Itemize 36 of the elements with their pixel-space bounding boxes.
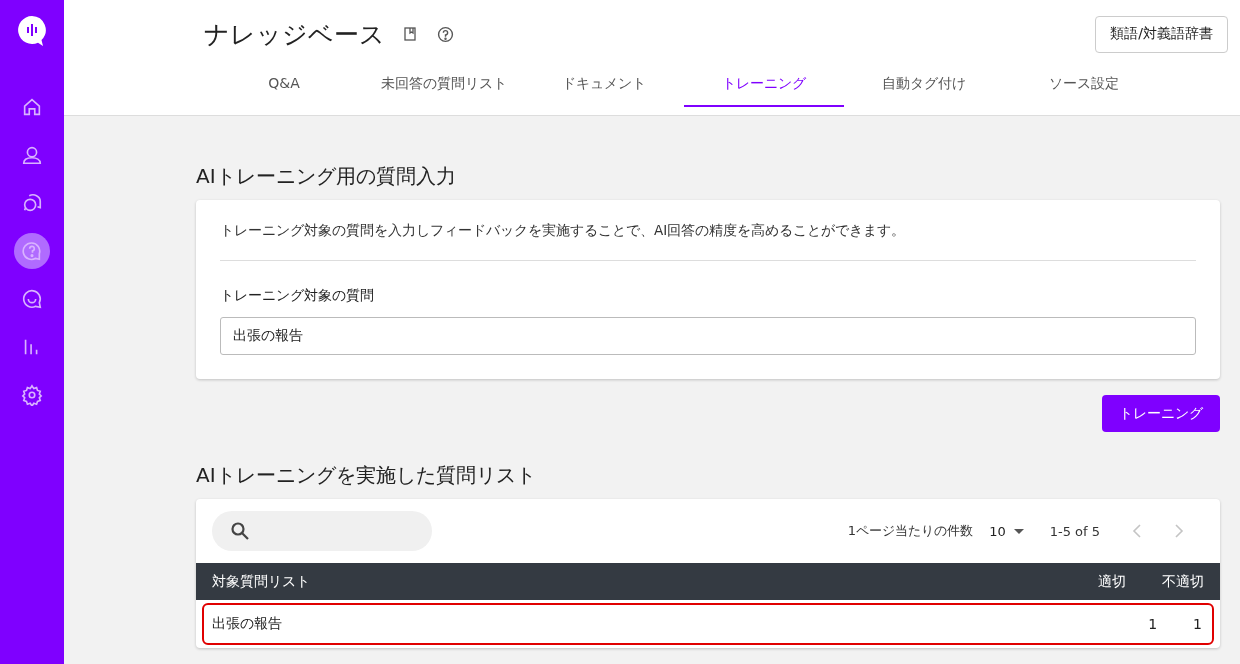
help-nav-button[interactable] <box>14 233 50 269</box>
training-button[interactable]: トレーニング <box>1102 395 1220 432</box>
table-cell: 1 <box>1193 616 1202 632</box>
dictionary-button[interactable]: 類語/対義語辞書 <box>1095 15 1228 53</box>
book-icon[interactable] <box>403 27 417 41</box>
column-header: 対象質問リスト <box>212 572 311 591</box>
person-icon <box>21 144 43 166</box>
rows-per-page-label: 1ページ当たりの件数 <box>847 522 974 540</box>
tab[interactable]: 自動タグ付け <box>844 62 1004 107</box>
tab[interactable]: ドキュメント <box>524 62 684 107</box>
tab[interactable]: 未回答の質問リスト <box>364 62 524 107</box>
column-header: 不適切 <box>1162 572 1204 591</box>
tab[interactable]: Q&A <box>204 62 364 107</box>
caret-icon <box>1013 528 1024 534</box>
smiley-bubble-icon <box>21 288 43 310</box>
speech-bubble-logo-icon[interactable] <box>17 15 47 47</box>
column-header: 適切 <box>1098 572 1126 591</box>
description-text: トレーニング対象の質問を入力しフィードバックを実施することで、AI回答の精度を高めることができます。 <box>220 222 907 240</box>
table-row[interactable]: 出張の報告 1 1 <box>202 603 1214 645</box>
home-icon <box>21 96 43 118</box>
section-heading: AIトレーニングを実施した質問リスト <box>196 462 537 489</box>
settings-icon <box>21 384 43 406</box>
rows-per-page-select[interactable]: 10 <box>989 523 1024 539</box>
table-cell-text: 出張の報告 <box>212 615 283 633</box>
page-title: ナレッジベース <box>204 18 385 51</box>
page-range: 1-5 of 5 <box>1049 523 1100 539</box>
search-icon <box>230 521 250 541</box>
help-icon <box>21 240 43 262</box>
tab[interactable]: ソース設定 <box>1004 62 1164 107</box>
tab[interactable]: トレーニング <box>684 62 844 107</box>
section-heading: AIトレーニング用の質問入力 <box>196 163 457 190</box>
field-label: トレーニング対象の質問 <box>220 287 375 305</box>
search-field[interactable] <box>212 511 432 551</box>
question-input-field[interactable]: 出張の報告 <box>220 317 1196 355</box>
table-cell: 1 <box>1148 616 1158 632</box>
help-icon[interactable] <box>437 25 454 43</box>
